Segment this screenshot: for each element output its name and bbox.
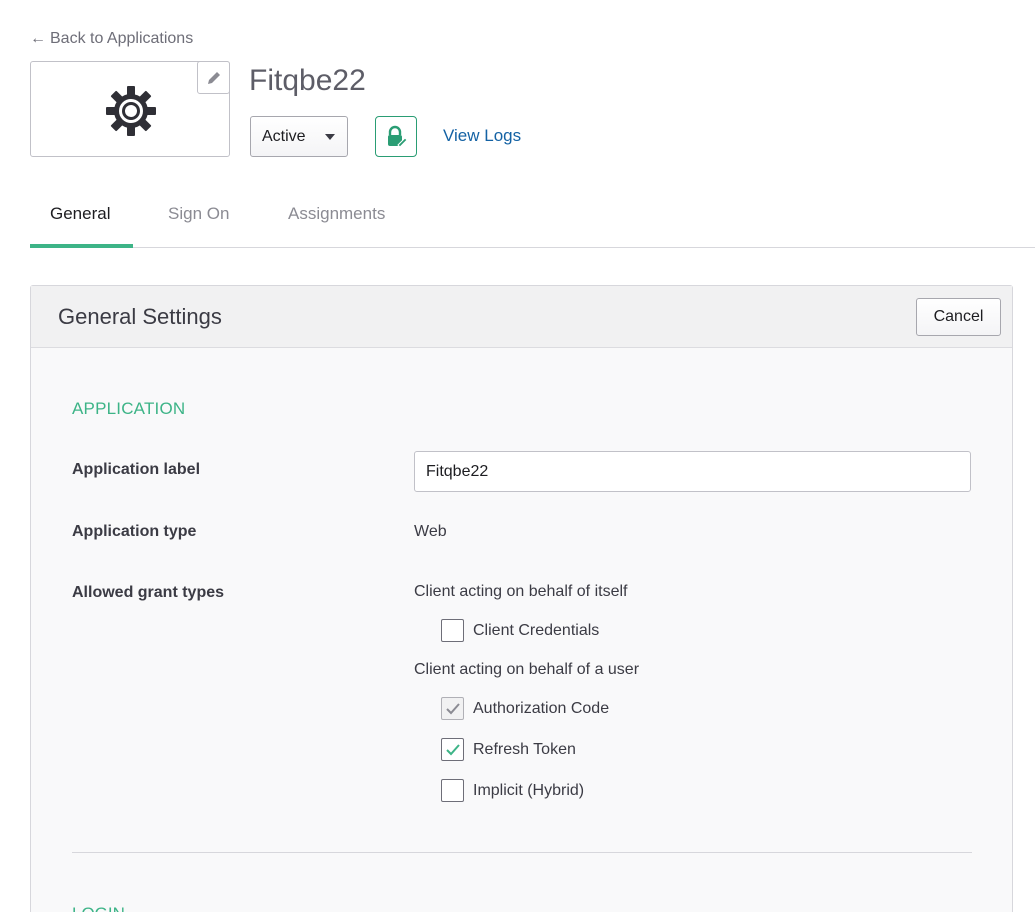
gear-icon [106,86,156,136]
lock-icon [388,125,408,148]
app-title: Fitqbe22 [249,64,366,97]
general-settings-panel: General Settings Cancel APPLICATION Appl… [30,285,1013,912]
checkmark-icon [445,743,460,755]
back-arrow-icon: ← [30,30,46,47]
authorization-code-label: Authorization Code [473,699,610,717]
refresh-token-checkbox[interactable] [441,738,464,761]
application-label-label: Application label [72,461,201,478]
client-credentials-checkbox-row[interactable]: Client Credentials [441,619,599,642]
status-dropdown[interactable]: Active [250,116,348,157]
tab-general[interactable]: General [50,204,110,224]
back-link-label: Back to Applications [50,30,194,47]
application-label-input[interactable] [414,451,971,492]
view-logs-link[interactable]: View Logs [443,126,521,146]
grant-group-self-label: Client acting on behalf of itself [414,583,628,600]
section-divider [72,852,972,853]
grant-group-user-label: Client acting on behalf of a user [414,661,640,678]
status-value: Active [262,127,306,145]
app-logo [30,61,230,157]
tab-sign-on[interactable]: Sign On [168,204,229,224]
caret-down-icon [325,134,335,140]
authorization-code-checkbox-row[interactable]: Authorization Code [441,697,609,720]
pencil-icon [207,71,220,84]
cancel-button[interactable]: Cancel [916,298,1001,336]
client-credentials-label: Client Credentials [473,621,600,639]
panel-header: General Settings Cancel [31,286,1012,348]
push-to-profile-button[interactable] [375,116,417,157]
refresh-token-checkbox-row[interactable]: Refresh Token [441,738,576,761]
application-type-label: Application type [72,523,197,540]
implicit-hybrid-checkbox[interactable] [441,779,464,802]
tab-assignments[interactable]: Assignments [288,204,385,224]
client-credentials-checkbox[interactable] [441,619,464,642]
panel-title: General Settings [58,304,222,329]
implicit-hybrid-label: Implicit (Hybrid) [473,781,585,799]
checkmark-icon [445,702,460,714]
section-heading-login: LOGIN [72,904,125,912]
implicit-hybrid-checkbox-row[interactable]: Implicit (Hybrid) [441,779,584,802]
section-heading-application: APPLICATION [72,399,186,418]
active-tab-indicator [30,244,133,248]
application-type-value: Web [414,523,447,540]
back-to-applications-link[interactable]: ← Back to Applications [30,30,193,48]
edit-logo-button[interactable] [197,61,230,94]
allowed-grant-types-label: Allowed grant types [72,584,225,601]
tab-bar: General Sign On Assignments [30,190,1035,248]
authorization-code-checkbox[interactable] [441,697,464,720]
refresh-token-label: Refresh Token [473,740,576,758]
